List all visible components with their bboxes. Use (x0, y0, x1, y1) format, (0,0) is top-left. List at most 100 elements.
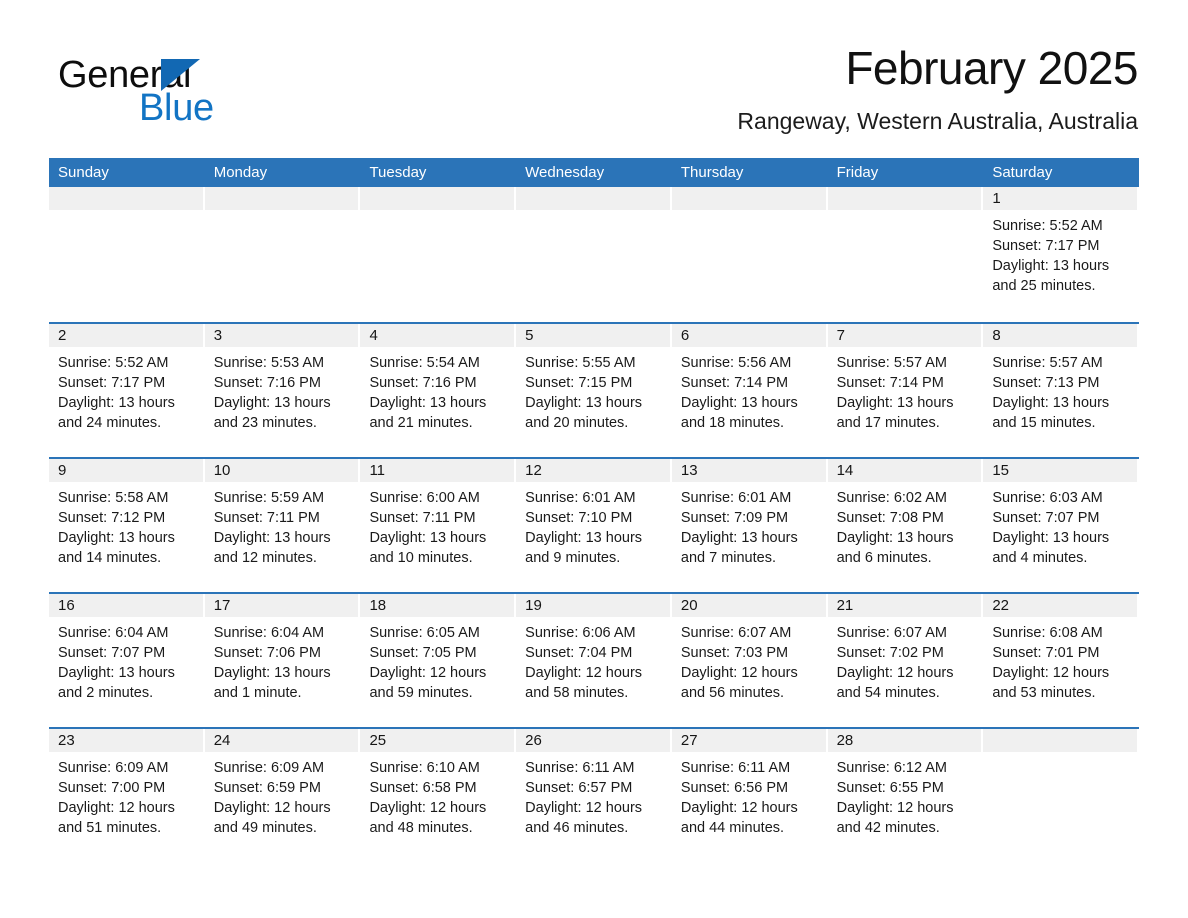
day-cell[interactable]: 12 Sunrise: 6:01 AM Sunset: 7:10 PM Dayligh… (516, 457, 672, 592)
sunrise-text: Sunrise: 6:12 AM (836, 760, 948, 776)
day-cell[interactable] (49, 187, 205, 322)
day-number: 2 (49, 324, 203, 347)
sunrise-text: Sunrise: 6:10 AM (369, 760, 480, 776)
day-cell[interactable] (204, 187, 361, 322)
day-cell[interactable] (983, 727, 1140, 860)
day-cell[interactable] (516, 187, 672, 322)
sunrise-text: Sunrise: 6:08 AM (992, 625, 1103, 641)
daylight-text-line2: and 10 minutes. (369, 550, 473, 566)
day-details: Sunrise: 5:57 AM Sunset: 7:14 PM Daylight:… (828, 347, 984, 433)
day-details: Sunrise: 5:52 AM Sunset: 7:17 PM Daylight:… (983, 210, 1139, 296)
sunset-text: Sunset: 7:13 PM (992, 375, 1100, 391)
day-cell[interactable]: 27 Sunrise: 6:11 AM Sunset: 6:56 PM Dayligh… (671, 727, 828, 860)
day-number: 14 (827, 459, 982, 482)
day-cell[interactable] (671, 187, 828, 322)
sunset-text: Sunset: 7:17 PM (58, 375, 166, 391)
day-number (671, 187, 826, 210)
day-cell[interactable]: 1 Sunrise: 5:52 AM Sunset: 7:17 PM Daylight… (983, 187, 1140, 322)
day-cell[interactable]: 21 Sunrise: 6:07 AM Sunset: 7:02 PM Dayligh… (827, 592, 984, 727)
sunrise-text: Sunrise: 5:55 AM (525, 355, 636, 371)
day-details: Sunrise: 6:03 AM Sunset: 7:07 PM Daylight:… (983, 482, 1139, 568)
day-cell[interactable]: 15 Sunrise: 6:03 AM Sunset: 7:07 PM Dayligh… (983, 457, 1140, 592)
day-cell[interactable]: 14 Sunrise: 6:02 AM Sunset: 7:08 PM Dayligh… (827, 457, 984, 592)
daylight-text-line1: Daylight: 12 hours (836, 800, 954, 816)
day-cell[interactable]: 26 Sunrise: 6:11 AM Sunset: 6:57 PM Dayligh… (516, 727, 672, 860)
day-number: 12 (516, 459, 670, 482)
day-details: Sunrise: 6:06 AM Sunset: 7:04 PM Daylight:… (516, 617, 672, 703)
day-cell[interactable]: 17 Sunrise: 6:04 AM Sunset: 7:06 PM Dayligh… (204, 592, 361, 727)
day-cell[interactable]: 2 Sunrise: 5:52 AM Sunset: 7:17 PM Daylight… (49, 322, 205, 457)
day-cell[interactable]: 25 Sunrise: 6:10 AM Sunset: 6:58 PM Dayligh… (360, 727, 517, 860)
location-subtitle: Rangeway, Western Australia, Australia (737, 108, 1138, 134)
day-cell[interactable]: 13 Sunrise: 6:01 AM Sunset: 7:09 PM Dayligh… (671, 457, 828, 592)
day-number (204, 187, 359, 210)
day-cell[interactable]: 4 Sunrise: 5:54 AM Sunset: 7:16 PM Daylight… (360, 322, 517, 457)
day-details: Sunrise: 6:09 AM Sunset: 6:59 PM Daylight:… (205, 752, 361, 838)
sunrise-text: Sunrise: 6:11 AM (680, 760, 791, 776)
day-details (672, 210, 828, 216)
day-cell[interactable]: 22 Sunrise: 6:08 AM Sunset: 7:01 PM Dayligh… (983, 592, 1140, 727)
day-cell[interactable]: 8 Sunrise: 5:57 AM Sunset: 7:13 PM Daylight… (983, 322, 1140, 457)
daylight-text-line2: and 51 minutes. (58, 820, 162, 836)
day-details: Sunrise: 6:11 AM Sunset: 6:56 PM Daylight:… (672, 752, 828, 838)
sunset-text: Sunset: 7:00 PM (58, 780, 166, 796)
daylight-text-line1: Daylight: 13 hours (58, 665, 175, 681)
sunrise-text: Sunrise: 5:52 AM (992, 218, 1103, 234)
weekday-thursday: Thursday (680, 164, 744, 181)
day-cell[interactable]: 10 Sunrise: 5:59 AM Sunset: 7:11 PM Dayligh… (204, 457, 361, 592)
day-details: Sunrise: 6:12 AM Sunset: 6:55 PM Daylight:… (828, 752, 984, 838)
day-cell[interactable]: 24 Sunrise: 6:09 AM Sunset: 6:59 PM Dayligh… (204, 727, 361, 860)
day-cell[interactable]: 16 Sunrise: 6:04 AM Sunset: 7:07 PM Dayligh… (49, 592, 205, 727)
day-cell[interactable]: 28 Sunrise: 6:12 AM Sunset: 6:55 PM Dayligh… (827, 727, 984, 860)
sunrise-text: Sunrise: 5:53 AM (213, 355, 325, 371)
sunrise-text: Sunrise: 6:07 AM (836, 625, 948, 641)
sunset-text: Sunset: 7:17 PM (992, 238, 1100, 254)
day-number: 16 (49, 594, 203, 617)
day-details: Sunrise: 5:55 AM Sunset: 7:15 PM Daylight:… (516, 347, 672, 433)
generalblue-logo[interactable]: General Blue (58, 53, 278, 129)
day-details (516, 210, 672, 216)
day-details: Sunrise: 6:07 AM Sunset: 7:03 PM Daylight:… (672, 617, 828, 703)
sunrise-text: Sunrise: 6:03 AM (992, 490, 1103, 506)
day-cell[interactable] (827, 187, 984, 322)
day-cell[interactable]: 18 Sunrise: 6:05 AM Sunset: 7:05 PM Dayligh… (360, 592, 517, 727)
day-cell[interactable]: 9 Sunrise: 5:58 AM Sunset: 7:12 PM Daylight… (49, 457, 205, 592)
sunrise-text: Sunrise: 6:11 AM (525, 760, 635, 776)
day-cell[interactable]: 5 Sunrise: 5:55 AM Sunset: 7:15 PM Daylight… (516, 322, 672, 457)
day-cell[interactable]: 11 Sunrise: 6:00 AM Sunset: 7:11 PM Dayligh… (360, 457, 517, 592)
day-number: 28 (827, 729, 982, 752)
daylight-text-line2: and 14 minutes. (58, 550, 162, 566)
daylight-text-line2: and 24 minutes. (58, 415, 162, 431)
day-number: 10 (204, 459, 359, 482)
weekday-monday: Monday (213, 164, 268, 181)
day-details (360, 210, 516, 216)
day-cell[interactable]: 23 Sunrise: 6:09 AM Sunset: 7:00 PM Dayligh… (49, 727, 205, 860)
day-cell[interactable] (360, 187, 517, 322)
day-cell[interactable]: 6 Sunrise: 5:56 AM Sunset: 7:14 PM Daylight… (671, 322, 828, 457)
day-cell[interactable]: 3 Sunrise: 5:53 AM Sunset: 7:16 PM Daylight… (204, 322, 361, 457)
day-cell[interactable]: 20 Sunrise: 6:07 AM Sunset: 7:03 PM Dayligh… (671, 592, 828, 727)
daylight-text-line2: and 59 minutes. (369, 685, 473, 701)
day-cell[interactable]: 7 Sunrise: 5:57 AM Sunset: 7:14 PM Daylight… (827, 322, 984, 457)
daylight-text-line1: Daylight: 13 hours (836, 530, 954, 546)
day-cell[interactable]: 19 Sunrise: 6:06 AM Sunset: 7:04 PM Dayligh… (516, 592, 672, 727)
daylight-text-line1: Daylight: 13 hours (525, 530, 643, 546)
daylight-text-line1: Daylight: 12 hours (369, 800, 487, 816)
day-details: Sunrise: 6:07 AM Sunset: 7:02 PM Daylight:… (828, 617, 984, 703)
calendar-week-row: 1 Sunrise: 5:52 AM Sunset: 7:17 PM Daylight… (49, 187, 1140, 322)
sunset-text: Sunset: 7:06 PM (213, 645, 321, 661)
day-details: Sunrise: 5:52 AM Sunset: 7:17 PM Daylight:… (49, 347, 205, 433)
daylight-text-line1: Daylight: 13 hours (992, 530, 1110, 546)
day-details: Sunrise: 5:58 AM Sunset: 7:12 PM Daylight:… (49, 482, 205, 568)
sunrise-text: Sunrise: 5:57 AM (836, 355, 948, 371)
day-number: 6 (671, 324, 826, 347)
day-number (49, 187, 203, 210)
sunset-text: Sunset: 6:57 PM (525, 780, 633, 796)
daylight-text-line1: Daylight: 13 hours (836, 395, 954, 411)
daylight-text-line1: Daylight: 12 hours (680, 800, 798, 816)
weekday-header-row: Sunday Monday Tuesday Wednesday Thursday… (49, 158, 1139, 187)
daylight-text-line2: and 15 minutes. (992, 415, 1096, 431)
sunset-text: Sunset: 7:04 PM (525, 645, 633, 661)
daylight-text-line1: Daylight: 13 hours (992, 395, 1110, 411)
day-number: 17 (204, 594, 359, 617)
